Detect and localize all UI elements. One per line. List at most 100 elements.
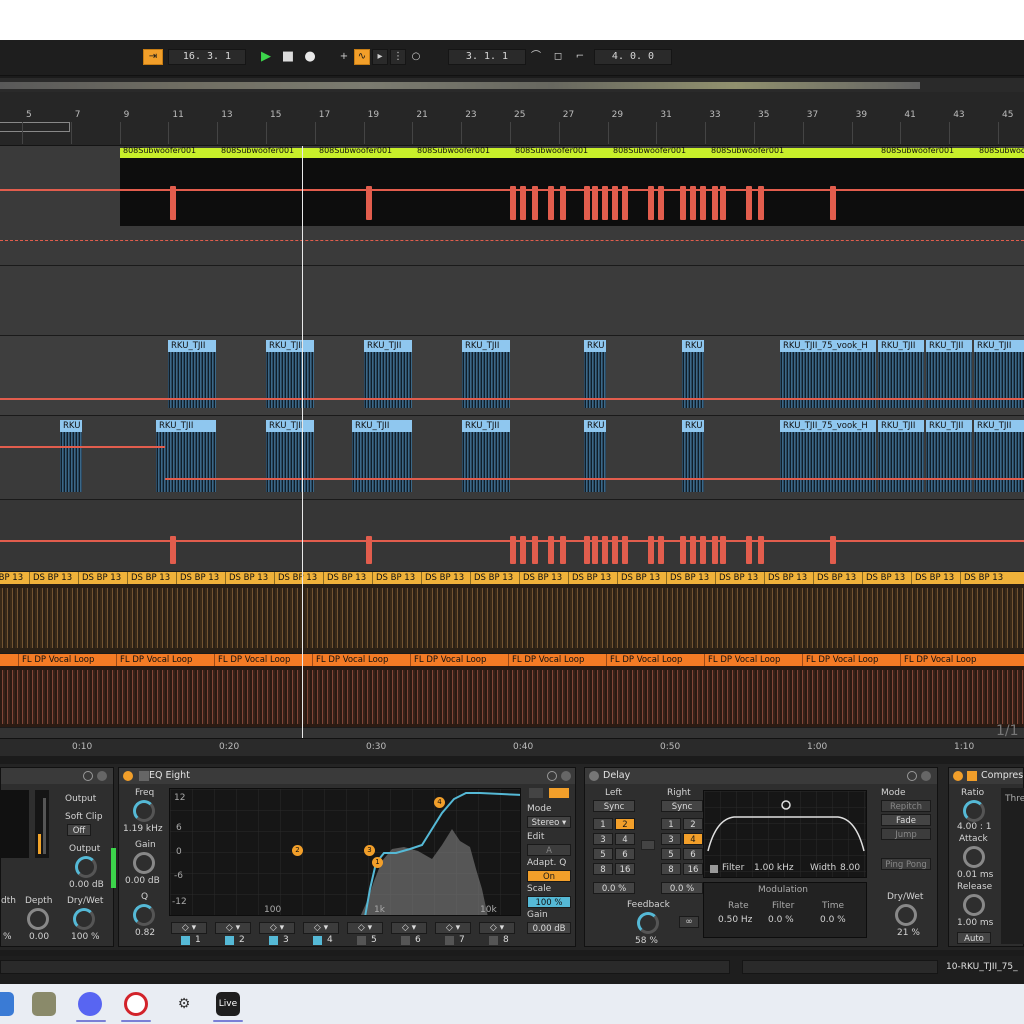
track-lane-vocal-loop[interactable]: FL DP Vocal Loop FL DP Vocal Loop FL DP Vo… — [0, 654, 1024, 728]
vocal-loop-clip-label[interactable]: FL DP Vocal Loop — [802, 654, 899, 666]
output-knob[interactable] — [75, 856, 97, 878]
punch-out-icon[interactable]: ⌐ — [572, 49, 588, 65]
automation-spike[interactable] — [690, 536, 696, 564]
automation-spike[interactable] — [758, 186, 764, 220]
drum-clip-label[interactable]: DS BP 13 — [29, 572, 77, 584]
drum-clip-label[interactable]: DS BP 13 — [421, 572, 469, 584]
adaptive-q-toggle[interactable]: On — [527, 870, 571, 882]
automation-spike[interactable] — [548, 536, 554, 564]
automation-spike[interactable] — [548, 186, 554, 220]
vocal-clip-header[interactable]: RKU_TJII_75_vook_H — [780, 340, 876, 352]
automation-spike[interactable] — [658, 536, 664, 564]
compressor-fold-icon[interactable] — [967, 771, 977, 781]
automation-spike[interactable] — [690, 186, 696, 220]
drum-clip-label[interactable]: DS BP 13 — [568, 572, 616, 584]
delay-right-beat[interactable]: 3 — [661, 833, 681, 845]
automation-spike[interactable] — [612, 536, 618, 564]
automation-spike[interactable] — [700, 186, 706, 220]
delay-right-offset[interactable]: 0.0 % — [661, 882, 703, 894]
automation-spike[interactable] — [532, 186, 538, 220]
mode-dropdown[interactable]: Stereo ▾ — [527, 816, 571, 828]
track-lane-vocal-a[interactable] — [0, 266, 1024, 336]
device-close-icon[interactable] — [97, 771, 107, 781]
delay-close-icon[interactable] — [921, 771, 931, 781]
file-explorer-icon[interactable] — [0, 992, 14, 1016]
drum-clip-label[interactable]: DS BP 13 — [372, 572, 420, 584]
delay-left-sync[interactable]: Sync — [593, 800, 635, 812]
device-settings-icon[interactable] — [83, 771, 93, 781]
sub-clip-region[interactable] — [120, 148, 1024, 226]
drum-clip-label[interactable]: DS BP 13 — [323, 572, 371, 584]
vocal-clip-header[interactable]: RKU_TJII — [168, 340, 216, 352]
drum-clip-label[interactable]: DS BP 13 — [225, 572, 273, 584]
automation-spike[interactable] — [830, 536, 836, 564]
session-record-icon[interactable]: ○ — [408, 49, 424, 65]
delay-left-beat[interactable]: 3 — [593, 833, 613, 845]
notepad-icon[interactable] — [32, 992, 56, 1016]
vocal-clip-header[interactable]: RKU — [584, 340, 606, 352]
vocal-loop-clip-label[interactable]: FL DP Vocal Loop — [0, 654, 17, 666]
vocal-clip-header[interactable]: RKU_TJII — [878, 420, 924, 432]
arrangement-loop-icon[interactable]: ⇥ — [143, 49, 163, 65]
automation-spike[interactable] — [602, 186, 608, 220]
delay-left-beat[interactable]: 1 — [593, 818, 613, 830]
automation-spike[interactable] — [592, 186, 598, 220]
delay-left-offset[interactable]: 0.0 % — [593, 882, 635, 894]
automation-spike[interactable] — [510, 186, 516, 220]
automation-spike[interactable] — [520, 186, 526, 220]
eq-band-point-2[interactable]: 2 — [292, 845, 303, 856]
vocal-loop-clip-label[interactable]: FL DP Vocal Loop — [214, 654, 311, 666]
automation-spike[interactable] — [170, 536, 176, 564]
eq-band-point-4[interactable]: 4 — [434, 797, 445, 808]
delay-right-beat[interactable]: 16 — [683, 863, 703, 875]
eq-band-filter-type[interactable]: ◇ ▾ — [259, 922, 295, 934]
automation-spike[interactable] — [680, 536, 686, 564]
discord-icon[interactable] — [78, 992, 102, 1016]
vocal-loop-clip-label[interactable]: FL DP Vocal Loop — [900, 654, 997, 666]
eq-band-toggle[interactable] — [445, 936, 454, 945]
eq-band-toggle[interactable] — [225, 936, 234, 945]
filter-toggle[interactable] — [710, 865, 718, 873]
automation-spike[interactable] — [622, 536, 628, 564]
drum-clip-label[interactable]: DS BP 13 — [911, 572, 959, 584]
automation-spike[interactable] — [366, 536, 372, 564]
eq-band-toggle[interactable] — [401, 936, 410, 945]
vocal-clip-header[interactable]: RKU_TJII — [156, 420, 216, 432]
eq-spectrum-icon[interactable] — [549, 788, 569, 798]
eq-band-point-1[interactable]: 1 — [372, 857, 383, 868]
drywet-knob[interactable] — [73, 908, 95, 930]
automation-spike[interactable] — [510, 536, 516, 564]
sub-clip-label[interactable]: 808Subwoofer001 — [610, 146, 706, 156]
delay-power-icon[interactable] — [589, 771, 599, 781]
automation-spike[interactable] — [700, 536, 706, 564]
drum-clip-label[interactable]: DS BP 13 — [274, 572, 322, 584]
mod-filter-value[interactable]: 0.0 % — [768, 915, 794, 925]
rate-value[interactable]: 0.50 Hz — [718, 915, 752, 925]
vocal-clip-header[interactable]: RKU — [60, 420, 82, 432]
automation-spike[interactable] — [746, 536, 752, 564]
freeze-icon[interactable]: ∞ — [679, 916, 699, 928]
automation-spike[interactable] — [648, 186, 654, 220]
vocal-loop-clip-label[interactable]: FL DP Vocal Loop — [508, 654, 605, 666]
delay-left-beat[interactable]: 5 — [593, 848, 613, 860]
ableton-live-icon[interactable]: Live — [216, 992, 240, 1016]
eq-band-filter-type[interactable]: ◇ ▾ — [479, 922, 515, 934]
delay-right-beat[interactable]: 5 — [661, 848, 681, 860]
jump-button[interactable]: Jump — [881, 828, 931, 840]
sub-clip-label[interactable]: 808Subwoofer001 — [878, 146, 974, 156]
loop-start-field[interactable]: 3. 1. 1 — [448, 49, 526, 65]
eq-preview-icon[interactable] — [139, 771, 149, 781]
vocal-loop-clip-label[interactable]: FL DP Vocal Loop — [18, 654, 115, 666]
track-lane-vocal-b[interactable]: RKU_TJII RKU_TJII RKU_TJII RKU_TJII RKU RKU RK… — [0, 336, 1024, 416]
eq-band-filter-type[interactable]: ◇ ▾ — [347, 922, 383, 934]
record-button[interactable]: ● — [302, 49, 318, 65]
arrangement-overview[interactable] — [0, 78, 1024, 92]
arrangement-view[interactable]: 808Subwoofer001 808Subwoofer001 808Subwoof… — [0, 146, 1024, 746]
play-button[interactable]: ▶ — [258, 49, 274, 65]
ping-pong-button[interactable]: Ping Pong — [881, 858, 931, 870]
automation-spike[interactable] — [658, 186, 664, 220]
overdub-button[interactable]: + — [336, 49, 352, 65]
track-lane-vocal-c[interactable]: RKU RKU_TJII RKU_TJII RKU_TJII RKU_TJII RKU RK… — [0, 416, 1024, 500]
drum-clip-label[interactable]: DS BP 13 — [617, 572, 665, 584]
automation-spike[interactable] — [830, 186, 836, 220]
